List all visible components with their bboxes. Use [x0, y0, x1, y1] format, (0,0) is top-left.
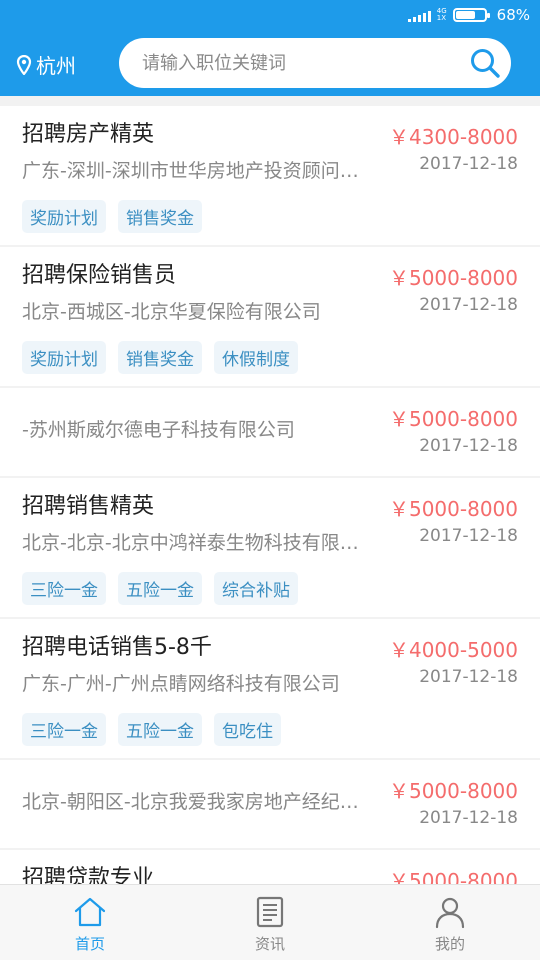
- job-tag: 五险一金: [118, 713, 202, 746]
- job-tag: 奖励计划: [22, 341, 106, 374]
- job-title: 招聘电话销售5-8千: [22, 635, 212, 660]
- job-tags: 三险一金 五险一金 综合补贴: [22, 572, 298, 605]
- job-title: 招聘保险销售员: [22, 263, 177, 288]
- job-title: 招聘房产精英: [22, 122, 155, 147]
- tab-home-label: 首页: [74, 935, 105, 953]
- job-company: 北京-朝阳区-北京我爱我家房地产经纪有限公司: [22, 791, 367, 813]
- job-tags: 奖励计划 销售奖金: [22, 200, 202, 233]
- status-indicators: 4G 1X 68%: [407, 6, 530, 24]
- job-company: 北京-北京-北京中鸿祥泰生物科技有限公司: [22, 532, 367, 554]
- search-box[interactable]: [119, 38, 511, 88]
- job-tag: 五险一金: [118, 572, 202, 605]
- job-salary: ￥4300-8000: [388, 125, 518, 149]
- job-tag: 销售奖金: [118, 341, 202, 374]
- job-company: 北京-西城区-北京华夏保险有限公司: [22, 301, 321, 323]
- location-pin-icon: [16, 54, 32, 75]
- search-icon[interactable]: [469, 47, 501, 79]
- job-date: 2017-12-18: [419, 526, 518, 546]
- job-card[interactable]: 招聘电话销售5-8千 广东-广州-广州点睛网络科技有限公司 ￥4000-5000…: [0, 619, 540, 758]
- network-type: 4G 1X: [436, 7, 447, 22]
- signal-icon: [407, 8, 431, 22]
- job-company: -苏州斯威尔德电子科技有限公司: [22, 419, 295, 441]
- job-tag: 包吃住: [214, 713, 281, 746]
- tab-news-label: 资讯: [254, 935, 285, 953]
- job-tag: 三险一金: [22, 572, 106, 605]
- job-date: 2017-12-18: [419, 436, 518, 456]
- job-salary: ￥5000-8000: [388, 779, 518, 803]
- job-card[interactable]: 招聘销售精英 北京-北京-北京中鸿祥泰生物科技有限公司 ￥5000-8000 2…: [0, 478, 540, 617]
- battery-icon: [452, 8, 490, 22]
- job-tag: 三险一金: [22, 713, 106, 746]
- user-icon: [435, 897, 465, 929]
- job-tag: 休假制度: [214, 341, 298, 374]
- job-tags: 三险一金 五险一金 包吃住: [22, 713, 281, 746]
- job-salary: ￥4000-5000: [388, 638, 518, 662]
- news-icon: [256, 896, 284, 928]
- job-card[interactable]: 招聘房产精英 广东-深圳-深圳市世华房地产投资顾问有限公司 ￥4300-8000…: [0, 106, 540, 245]
- job-company: 广东-深圳-深圳市世华房地产投资顾问有限公司: [22, 160, 367, 182]
- job-tag: 综合补贴: [214, 572, 298, 605]
- tab-mine[interactable]: 我的: [360, 885, 540, 960]
- battery-percent: 68%: [496, 6, 530, 24]
- job-card[interactable]: 北京-朝阳区-北京我爱我家房地产经纪有限公司 ￥5000-8000 2017-1…: [0, 760, 540, 848]
- job-date: 2017-12-18: [419, 295, 518, 315]
- location-label: 杭州: [36, 54, 76, 78]
- location-selector[interactable]: 杭州: [16, 50, 76, 79]
- job-company: 广东-广州-广州点睛网络科技有限公司: [22, 673, 340, 695]
- tab-news[interactable]: 资讯: [180, 885, 360, 960]
- job-salary: ￥5000-8000: [388, 266, 518, 290]
- job-card[interactable]: -苏州斯威尔德电子科技有限公司 ￥5000-8000 2017-12-18: [0, 388, 540, 476]
- job-tags: 奖励计划 销售奖金 休假制度: [22, 341, 298, 374]
- job-salary: ￥5000-8000: [388, 497, 518, 521]
- job-title: 招聘销售精英: [22, 494, 155, 519]
- status-bar: 4G 1X 68%: [0, 0, 540, 32]
- search-input[interactable]: [142, 52, 442, 74]
- tab-home[interactable]: 首页: [0, 885, 180, 960]
- job-salary: ￥5000-8000: [388, 407, 518, 431]
- home-icon: [74, 897, 106, 927]
- job-tag: 销售奖金: [118, 200, 202, 233]
- app-header: 杭州: [0, 32, 540, 96]
- job-date: 2017-12-18: [419, 667, 518, 687]
- job-date: 2017-12-18: [419, 154, 518, 174]
- job-tag: 奖励计划: [22, 200, 106, 233]
- job-list: 招聘房产精英 广东-深圳-深圳市世华房地产投资顾问有限公司 ￥4300-8000…: [0, 106, 540, 912]
- bottom-tab-bar: 首页 资讯 我的: [0, 884, 540, 960]
- job-date: 2017-12-18: [419, 808, 518, 828]
- job-card[interactable]: 招聘保险销售员 北京-西城区-北京华夏保险有限公司 ￥5000-8000 201…: [0, 247, 540, 386]
- tab-mine-label: 我的: [434, 935, 465, 953]
